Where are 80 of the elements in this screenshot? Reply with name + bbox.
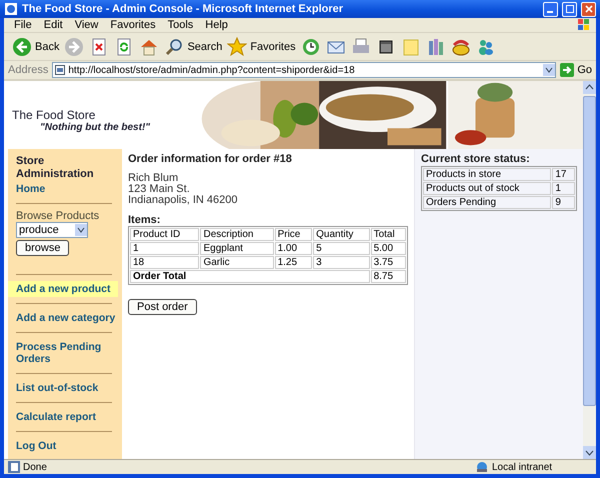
toolbar-button[interactable]: Favorites	[227, 36, 296, 56]
sidebar-link[interactable]: Add a new category	[8, 310, 118, 326]
table-cell: 5	[313, 242, 370, 255]
menu-item[interactable]: File	[8, 19, 38, 31]
address-label: Address	[8, 64, 48, 76]
address-field[interactable]: http://localhost/store/admin/admin.php?content=shiporder&id=18	[52, 62, 556, 78]
post-order-button[interactable]: Post order	[128, 299, 197, 315]
browser-icon	[4, 2, 18, 16]
table-cell: 17	[552, 168, 575, 181]
search-icon[interactable]	[164, 36, 184, 56]
sidebar-heading: Store Administration	[15, 155, 95, 181]
windows-logo-icon	[576, 18, 592, 32]
table-cell: 3	[313, 256, 370, 269]
browse-button[interactable]: browse	[16, 240, 70, 256]
dropdown-icon[interactable]	[543, 64, 556, 76]
sidebar-link[interactable]: Log Out	[8, 438, 118, 454]
intranet-icon	[475, 461, 489, 473]
address-line: 123 Main St.	[128, 184, 191, 195]
go-arrow-icon	[560, 63, 574, 77]
menu-item[interactable]: Favorites	[104, 19, 162, 31]
maximize-icon	[566, 5, 574, 13]
address-line: Rich Blum	[128, 173, 180, 184]
sidebar-link[interactable]: Calculate report	[8, 409, 118, 425]
maximize-button[interactable]	[562, 2, 577, 16]
status-text: Done	[23, 462, 48, 472]
table-cell: 18	[130, 256, 200, 269]
menu-item[interactable]: Edit	[38, 19, 69, 31]
column-header: Price	[274, 228, 312, 241]
menu-item[interactable]: View	[68, 19, 104, 31]
table-cell: 1.25	[274, 256, 312, 269]
status-title: Current store status:	[421, 153, 531, 165]
table-cell: 1	[130, 242, 200, 255]
toolbar-button[interactable]: Search	[164, 36, 222, 56]
table-cell: 3.75	[370, 256, 406, 269]
dropdown-icon	[75, 224, 87, 236]
slogan: "Nothing but the best!"	[39, 122, 152, 133]
toolbar-button[interactable]: Back	[12, 36, 60, 56]
category-select[interactable]: produce	[16, 222, 88, 238]
table-cell: 9	[552, 196, 575, 209]
page-icon	[55, 65, 66, 75]
browse-label: Browse Products	[15, 210, 100, 222]
table-cell: Products in store	[423, 168, 552, 181]
close-icon	[584, 5, 592, 13]
page-icon	[8, 461, 20, 473]
close-button[interactable]	[581, 2, 596, 16]
order-title: Order information for order #18	[128, 153, 293, 165]
window-title: The Food Store - Admin Console - Microsoft Internet Explorer	[22, 3, 344, 15]
column-header: Total	[370, 228, 406, 241]
table-cell: 1	[552, 182, 575, 195]
table-cell: Products out of stock	[423, 182, 552, 195]
go-button[interactable]: Go	[560, 63, 592, 77]
sidebar-link[interactable]: Process Pending Orders	[8, 339, 118, 367]
table-cell: 5.00	[370, 242, 406, 255]
table-cell: Order Total	[130, 270, 370, 283]
column-header: Quantity	[313, 228, 370, 241]
scrollbar[interactable]	[583, 81, 596, 459]
minimize-button[interactable]	[543, 2, 558, 16]
history-icon[interactable]	[300, 36, 321, 56]
table-cell: Eggplant	[200, 242, 274, 255]
column-header: Product ID	[130, 228, 200, 241]
scroll-up-icon[interactable]	[583, 81, 596, 94]
table-cell: 8.75	[370, 270, 406, 283]
table-cell: Orders Pending	[423, 196, 552, 209]
forward-icon[interactable]	[64, 36, 84, 56]
column-header: Description	[200, 228, 274, 241]
table-cell: Garlic	[200, 256, 274, 269]
sidebar-link[interactable]: List out-of-stock	[8, 380, 118, 396]
address-line: Indianapolis, IN 46200	[128, 195, 238, 206]
back-icon[interactable]	[12, 36, 32, 56]
home-link[interactable]: Home	[8, 181, 118, 197]
star-icon[interactable]	[227, 36, 248, 56]
site-title: The Food Store	[12, 108, 96, 122]
zone-text: Local intranet	[492, 462, 554, 472]
menu-item[interactable]: Help	[199, 19, 234, 31]
scroll-thumb[interactable]	[583, 96, 596, 406]
scroll-down-icon[interactable]	[583, 446, 596, 459]
table-cell: 1.00	[274, 242, 312, 255]
items-label: Items:	[128, 214, 162, 226]
menu-item[interactable]: Tools	[162, 19, 200, 31]
sidebar-link[interactable]: Add a new product	[8, 281, 118, 297]
